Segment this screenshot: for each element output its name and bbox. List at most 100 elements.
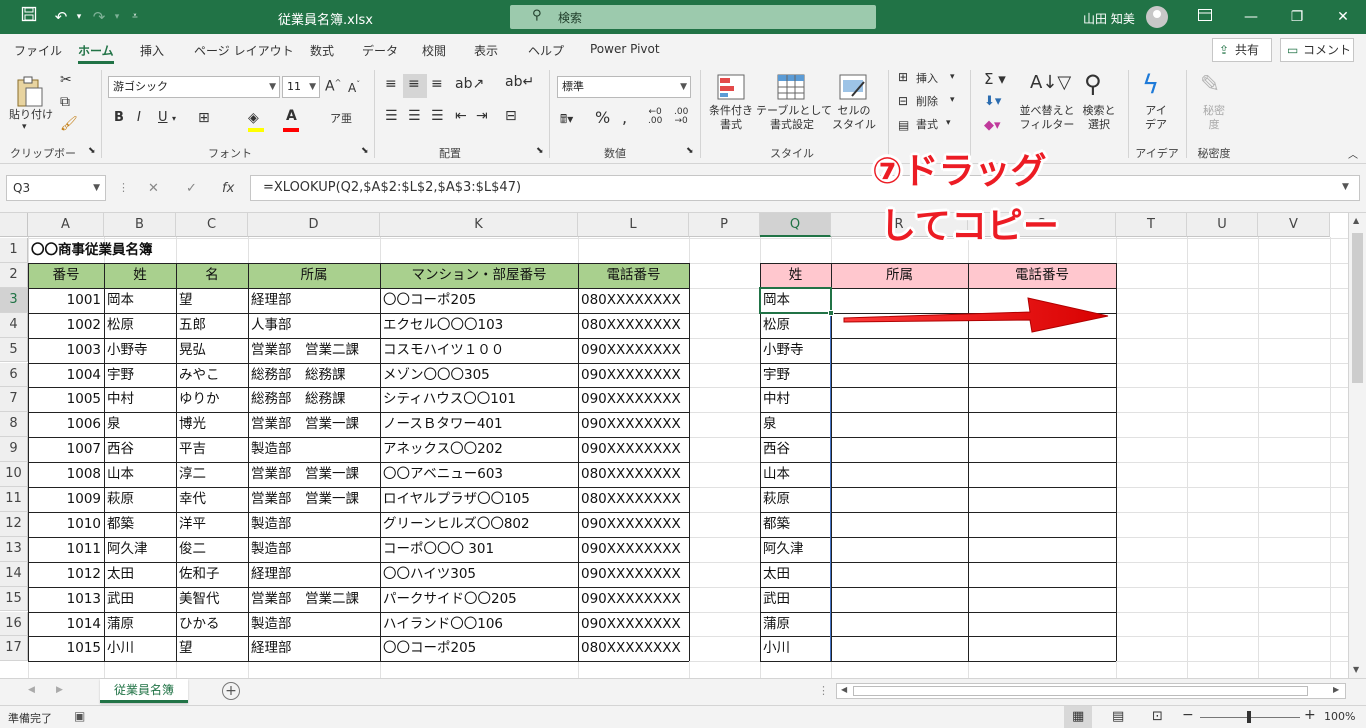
table-cell[interactable]: 五郎 bbox=[176, 313, 248, 338]
copy-icon[interactable]: ⧉ bbox=[60, 94, 70, 110]
accounting-format-icon[interactable]: 🖩▾ bbox=[560, 110, 573, 131]
lookup-cell[interactable]: 山本 bbox=[760, 462, 831, 487]
table-cell[interactable]: 晃弘 bbox=[176, 338, 248, 363]
table-cell[interactable]: 望 bbox=[176, 636, 248, 661]
align-center-icon[interactable]: ☰ bbox=[408, 108, 421, 124]
merge-center-icon[interactable]: ⊟ bbox=[505, 108, 517, 124]
table-cell[interactable]: 080XXXXXXXX bbox=[578, 288, 689, 313]
table-cell[interactable]: 1012 bbox=[28, 562, 104, 587]
table-cell[interactable]: メゾン〇〇〇305 bbox=[380, 363, 578, 388]
conditional-formatting-icon[interactable] bbox=[716, 72, 746, 102]
table-cell[interactable]: 営業部 営業一課 bbox=[248, 412, 380, 437]
delete-cells-icon[interactable]: ⊟ bbox=[898, 94, 908, 108]
column-header-v[interactable]: V bbox=[1258, 213, 1330, 237]
decrease-decimal-icon[interactable]: .00 →0 bbox=[674, 108, 688, 126]
table-cell[interactable]: 小野寺 bbox=[104, 338, 176, 363]
table-cell[interactable]: シティハウス〇〇101 bbox=[380, 387, 578, 412]
align-left-icon[interactable]: ☰ bbox=[385, 108, 398, 124]
lookup-cell[interactable]: 小川 bbox=[760, 636, 831, 661]
search-box[interactable]: ⚲ 検索 bbox=[510, 5, 876, 29]
format-painter-icon[interactable]: 🖌 bbox=[60, 116, 78, 132]
lookup-cell[interactable]: 宇野 bbox=[760, 363, 831, 388]
table-cell[interactable]: 090XXXXXXXX bbox=[578, 612, 689, 637]
fill-color-icon[interactable]: ◈ bbox=[248, 110, 259, 126]
column-header-a[interactable]: A bbox=[28, 213, 104, 237]
tab-home[interactable]: ホーム bbox=[78, 42, 114, 59]
expand-formula-icon[interactable]: ▼ bbox=[1342, 182, 1349, 192]
table-cell[interactable]: 1002 bbox=[28, 313, 104, 338]
fill-handle[interactable] bbox=[828, 309, 834, 316]
column-header-t[interactable]: T bbox=[1116, 213, 1187, 237]
row-header-5[interactable]: 5 bbox=[0, 337, 28, 363]
increase-indent-icon[interactable]: ⇥ bbox=[476, 108, 488, 124]
comment-button[interactable]: ▭ コメント bbox=[1280, 38, 1354, 62]
page-layout-view-icon[interactable]: ▤ bbox=[1112, 709, 1124, 724]
table-cell[interactable]: 090XXXXXXXX bbox=[578, 363, 689, 388]
clipboard-launcher-icon[interactable]: ⬊ bbox=[88, 146, 96, 156]
row-header-8[interactable]: 8 bbox=[0, 412, 28, 438]
table-cell[interactable]: 営業部 営業二課 bbox=[248, 587, 380, 612]
paste-dropdown-icon[interactable]: ▾ bbox=[22, 122, 27, 132]
restore-icon[interactable]: ❐ bbox=[1274, 4, 1320, 30]
table-cell[interactable]: 阿久津 bbox=[104, 537, 176, 562]
table-cell[interactable]: 蒲原 bbox=[104, 612, 176, 637]
zoom-slider-thumb[interactable] bbox=[1247, 711, 1251, 723]
insert-cells-label[interactable]: 挿入 bbox=[916, 72, 938, 86]
align-right-icon[interactable]: ☰ bbox=[431, 108, 444, 124]
column-header-l[interactable]: L bbox=[578, 213, 689, 237]
lookup-cell[interactable]: 小野寺 bbox=[760, 338, 831, 363]
table-cell[interactable]: ゆりか bbox=[176, 387, 248, 412]
table-cell[interactable]: 090XXXXXXXX bbox=[578, 587, 689, 612]
comma-style-icon[interactable]: , bbox=[622, 108, 627, 127]
share-button[interactable]: ⇪ 共有 bbox=[1212, 38, 1272, 62]
horizontal-scrollbar[interactable]: ◀ ▶ bbox=[836, 683, 1346, 699]
orientation-icon[interactable]: ab↗ bbox=[455, 76, 484, 92]
font-launcher-icon[interactable]: ⬊ bbox=[361, 146, 369, 156]
border-icon[interactable]: ⊞ bbox=[198, 110, 210, 126]
table-cell[interactable]: 1008 bbox=[28, 462, 104, 487]
table-cell[interactable]: 松原 bbox=[104, 313, 176, 338]
table-cell[interactable]: 090XXXXXXXX bbox=[578, 387, 689, 412]
row-header-17[interactable]: 17 bbox=[0, 636, 28, 662]
table-cell[interactable]: 製造部 bbox=[248, 512, 380, 537]
table-cell[interactable]: 都築 bbox=[104, 512, 176, 537]
column-header-c[interactable]: C bbox=[176, 213, 248, 237]
table-cell[interactable]: 洋平 bbox=[176, 512, 248, 537]
lookup-cell[interactable]: 都築 bbox=[760, 512, 831, 537]
cancel-icon[interactable]: ✕ bbox=[148, 181, 159, 196]
table-cell[interactable]: 090XXXXXXXX bbox=[578, 412, 689, 437]
table-cell[interactable]: 製造部 bbox=[248, 437, 380, 462]
format-as-table-label[interactable]: テーブルとして 書式設定 bbox=[756, 104, 832, 132]
table-cell[interactable]: 萩原 bbox=[104, 487, 176, 512]
fill-icon[interactable]: ⬇▾ bbox=[984, 94, 1001, 109]
table-cell[interactable]: アネックス〇〇202 bbox=[380, 437, 578, 462]
row-header-10[interactable]: 10 bbox=[0, 462, 28, 487]
phonetic-icon[interactable]: ア亜 bbox=[330, 110, 352, 126]
format-cells-label[interactable]: 書式 bbox=[916, 118, 938, 132]
row-header-2[interactable]: 2 bbox=[0, 262, 28, 288]
select-all-corner[interactable] bbox=[0, 213, 28, 237]
table-cell[interactable]: パークサイド〇〇205 bbox=[380, 587, 578, 612]
sheet-tab-active[interactable]: 従業員名簿 bbox=[100, 679, 188, 703]
lookup-cell[interactable]: 中村 bbox=[760, 387, 831, 412]
tab-formulas[interactable]: 数式 bbox=[310, 42, 334, 59]
font-size-combo[interactable]: 11 ▼ bbox=[282, 76, 320, 98]
table-cell[interactable]: 080XXXXXXXX bbox=[578, 313, 689, 338]
font-name-combo[interactable]: 游ゴシック ▼ bbox=[108, 76, 280, 98]
zoom-in-icon[interactable]: + bbox=[1304, 707, 1316, 723]
table-cell[interactable]: 営業部 営業一課 bbox=[248, 487, 380, 512]
undo-dropdown-icon[interactable]: ▾ bbox=[68, 6, 90, 28]
ideas-icon[interactable]: ϟ bbox=[1142, 70, 1159, 100]
find-select-label[interactable]: 検索と 選択 bbox=[1078, 104, 1120, 132]
table-cell[interactable]: 博光 bbox=[176, 412, 248, 437]
sort-filter-icon[interactable]: A↓▽ bbox=[1030, 72, 1071, 93]
bold-button[interactable]: B bbox=[114, 110, 124, 125]
avatar[interactable] bbox=[1146, 6, 1168, 28]
table-cell[interactable]: 090XXXXXXXX bbox=[578, 512, 689, 537]
chevron-down-icon[interactable]: ▾ bbox=[946, 118, 951, 128]
table-cell[interactable]: 1009 bbox=[28, 487, 104, 512]
table-cell[interactable]: 1003 bbox=[28, 338, 104, 363]
table-cell[interactable]: ロイヤルプラザ〇〇105 bbox=[380, 487, 578, 512]
format-cells-icon[interactable]: ▤ bbox=[898, 118, 909, 132]
tab-insert[interactable]: 挿入 bbox=[140, 42, 164, 59]
